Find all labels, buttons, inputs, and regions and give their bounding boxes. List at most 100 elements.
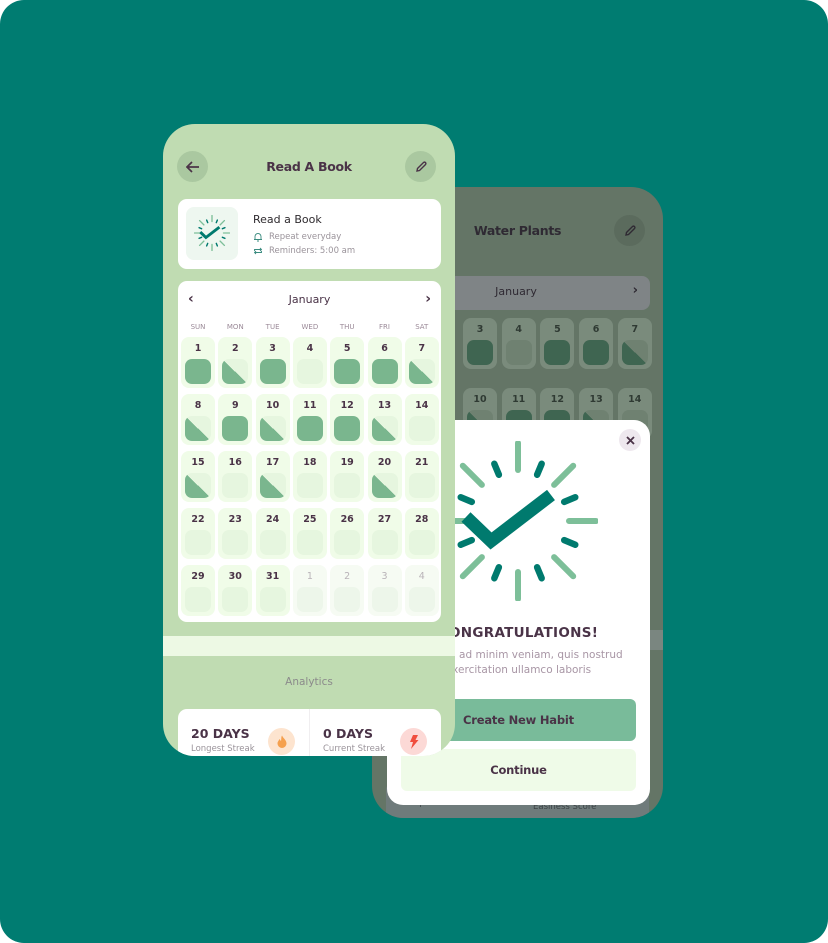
day-number: 10 (265, 400, 280, 411)
day-number: 5 (554, 324, 561, 335)
day-cell[interactable]: 6 (367, 337, 402, 388)
completion-indicator (371, 416, 398, 441)
completion-indicator (408, 473, 435, 498)
day-cell[interactable]: 10 (255, 394, 290, 445)
day-number: 4 (515, 324, 522, 335)
day-cell[interactable]: 19 (330, 451, 365, 502)
weekday-header: WED (301, 323, 319, 331)
pencil-icon (624, 224, 636, 236)
day-cell[interactable]: 9 (218, 394, 253, 445)
day-cell[interactable]: 14 (404, 394, 439, 445)
close-button[interactable] (619, 429, 641, 451)
day-cell[interactable]: 2 (330, 565, 365, 616)
completion-indicator (296, 587, 323, 612)
day-number: 18 (303, 457, 317, 468)
day-number: 11 (512, 394, 526, 405)
day-number: 3 (381, 571, 388, 582)
day-number: 2 (344, 571, 351, 582)
day-number: 23 (228, 514, 242, 525)
lightning-icon (400, 728, 427, 755)
day-number: 24 (265, 514, 280, 525)
day-cell[interactable]: 31 (255, 565, 290, 616)
weekday-header: SUN (190, 323, 206, 331)
day-cell[interactable]: 5 (540, 318, 575, 369)
day-cell[interactable]: 2 (218, 337, 253, 388)
day-cell[interactable]: 26 (330, 508, 365, 559)
day-cell[interactable]: 7 (404, 337, 439, 388)
day-cell[interactable]: 1 (292, 565, 327, 616)
day-cell[interactable]: 3 (255, 337, 290, 388)
current-streak-value: 0 DAYS (323, 726, 373, 741)
completion-indicator (583, 340, 610, 365)
day-cell[interactable]: 22 (181, 508, 215, 559)
day-number: 8 (194, 400, 202, 411)
day-cell[interactable]: 1 (181, 337, 215, 388)
day-cell[interactable]: 4 (501, 318, 536, 369)
repeat-row: Repeat everyday (253, 232, 341, 242)
day-cell[interactable]: 25 (292, 508, 327, 559)
longest-streak-value: 20 DAYS (191, 726, 250, 741)
day-cell[interactable]: 12 (330, 394, 365, 445)
day-number: 12 (550, 394, 564, 405)
weekday-header: FRI (379, 323, 390, 331)
day-cell[interactable]: 27 (367, 508, 402, 559)
day-number: 19 (340, 457, 354, 468)
habit-icon-box (186, 207, 238, 260)
divider-strip (163, 636, 455, 656)
day-cell[interactable]: 4 (292, 337, 327, 388)
completion-indicator (259, 416, 286, 441)
day-number: 17 (265, 457, 280, 468)
edit-button[interactable] (614, 215, 645, 246)
canvas: Water Plants January › TUEWEDTHUFRISAT34… (0, 0, 828, 943)
day-number: 28 (415, 514, 429, 525)
day-cell[interactable]: 20 (367, 451, 402, 502)
day-cell[interactable]: 24 (255, 508, 290, 559)
completion-indicator (334, 416, 361, 441)
completion-indicator (185, 530, 211, 555)
day-cell[interactable]: 5 (330, 337, 365, 388)
day-cell[interactable]: 15 (181, 451, 215, 502)
calendar-card: ‹ January › SUN MON TUE WED THU FRI SAT 1 2 3 4 5 6 7… (178, 281, 441, 622)
completion-indicator (259, 359, 286, 384)
day-number: 10 (473, 394, 487, 405)
day-number: 4 (306, 343, 314, 354)
chevron-right-icon[interactable]: › (425, 291, 431, 307)
day-cell[interactable]: 7 (617, 318, 652, 369)
reminders-text: Reminders: 5:00 am (269, 246, 356, 256)
day-number: 4 (418, 571, 425, 582)
day-number: 1 (194, 343, 202, 354)
chevron-right-icon[interactable]: › (633, 283, 638, 298)
completion-indicator (544, 340, 571, 365)
completion-indicator (222, 530, 249, 555)
day-cell[interactable]: 29 (181, 565, 215, 616)
day-cell[interactable]: 3 (367, 565, 402, 616)
day-number: 1 (306, 571, 313, 582)
day-cell[interactable]: 4 (404, 565, 439, 616)
day-cell[interactable]: 8 (181, 394, 215, 445)
day-cell[interactable]: 6 (579, 318, 614, 369)
day-number: 6 (592, 324, 600, 335)
day-number: 9 (231, 400, 239, 411)
reminders-row: Reminders: 5:00 am (253, 246, 355, 256)
day-cell[interactable]: 23 (218, 508, 253, 559)
completion-indicator (259, 530, 286, 555)
close-icon (625, 435, 635, 445)
day-cell[interactable]: 16 (218, 451, 253, 502)
day-number: 13 (377, 400, 392, 411)
day-cell[interactable]: 28 (404, 508, 439, 559)
day-cell[interactable]: 30 (218, 565, 253, 616)
day-cell[interactable]: 3 (463, 318, 497, 369)
day-cell[interactable]: 17 (255, 451, 290, 502)
day-number: 22 (191, 514, 205, 525)
completion-indicator (222, 473, 249, 498)
edit-button[interactable] (405, 151, 436, 182)
completion-indicator (408, 530, 435, 555)
day-cell[interactable]: 11 (292, 394, 327, 445)
day-cell[interactable]: 21 (404, 451, 439, 502)
habit-card[interactable]: Read a Book Repeat everyday Reminders: 5… (178, 199, 441, 269)
bell-icon (254, 233, 262, 242)
day-cell[interactable]: 13 (367, 394, 402, 445)
completion-indicator (259, 587, 286, 612)
day-cell[interactable]: 18 (292, 451, 327, 502)
completion-indicator (408, 359, 435, 384)
